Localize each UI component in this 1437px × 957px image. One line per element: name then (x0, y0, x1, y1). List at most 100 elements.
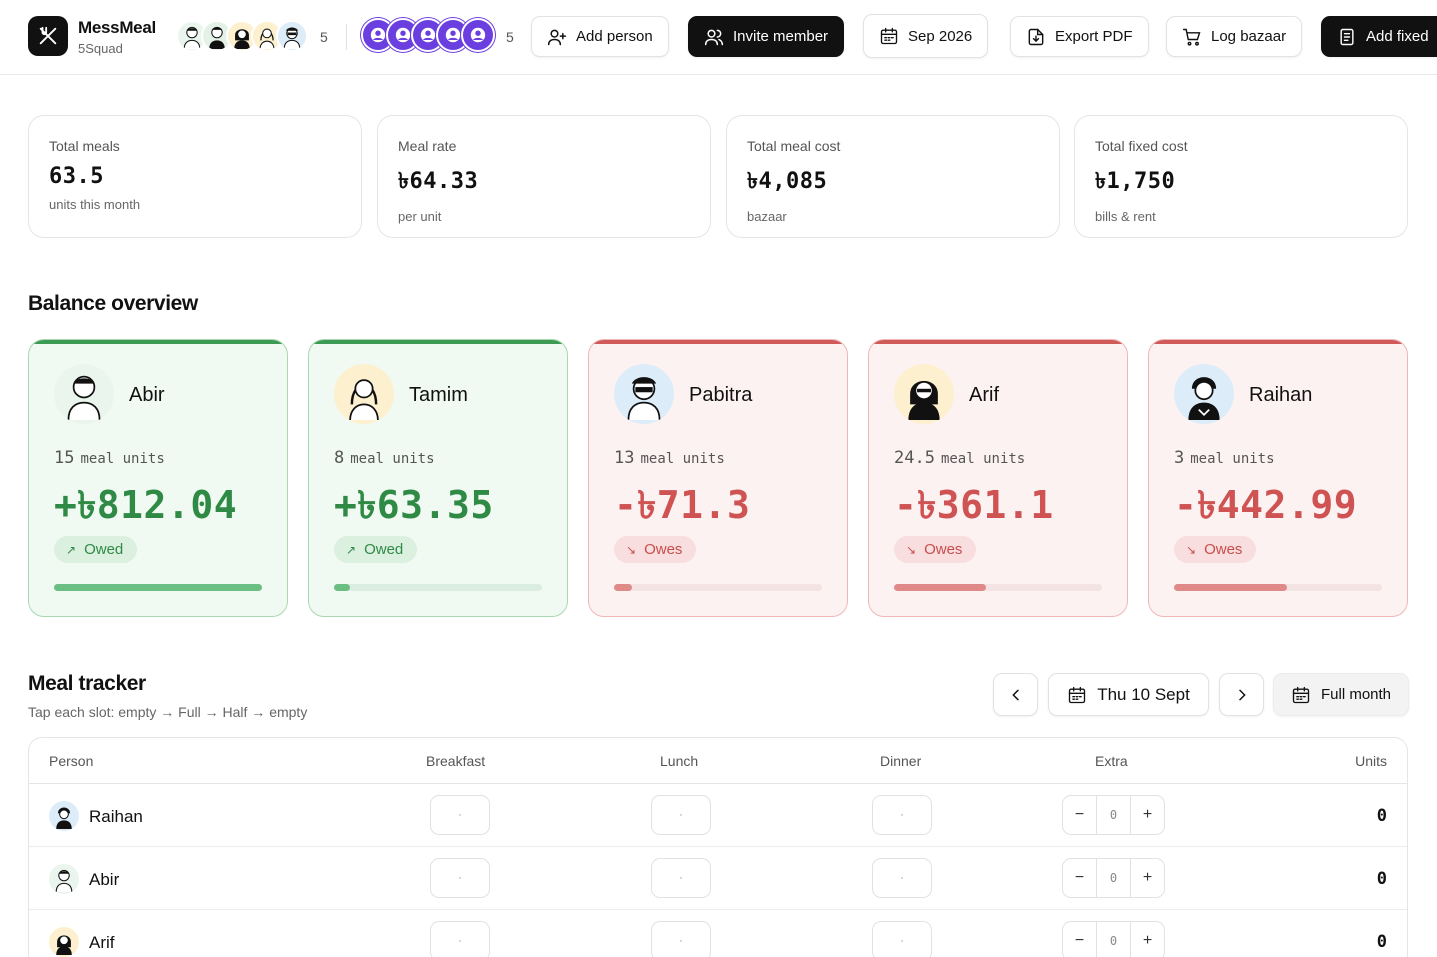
decrement-button[interactable]: − (1063, 796, 1096, 834)
status-badge: ↘ Owes (1174, 536, 1257, 563)
extra-stepper: − 0 + (1062, 921, 1165, 957)
prev-day-button[interactable] (993, 673, 1038, 716)
person-name: Raihan (89, 807, 143, 826)
dinner-slot[interactable]: · (872, 858, 932, 898)
balance-bar-track (894, 584, 1102, 591)
balance-overview-title: Balance overview (28, 292, 198, 315)
balance-card-pabitra[interactable]: Pabitra 13 meal units -৳71.3 ↘ Owes (588, 339, 848, 617)
status-label: Owed (364, 541, 404, 558)
lunch-slot[interactable]: · (651, 858, 711, 898)
units-count: 13 (614, 448, 635, 468)
member-name: Raihan (1249, 384, 1313, 406)
stat-sub: units this month (49, 197, 141, 212)
decrement-button[interactable]: − (1063, 922, 1096, 957)
status-badge: ↘ Owes (614, 536, 697, 563)
increment-button[interactable]: + (1131, 859, 1164, 897)
increment-button[interactable]: + (1131, 796, 1164, 834)
balance-amount: -৳442.99 (1174, 483, 1358, 527)
app-logo[interactable] (28, 16, 68, 56)
add-person-button[interactable]: Add person (531, 16, 669, 57)
breakfast-slot[interactable]: · (430, 858, 490, 898)
balance-bar-track (334, 584, 542, 591)
invite-member-button[interactable]: Invite member (688, 16, 845, 57)
status-badge: ↗ Owed (334, 536, 418, 563)
member-name: Tamim (409, 384, 468, 406)
lunch-slot[interactable]: · (651, 921, 711, 957)
member-avatars[interactable] (176, 20, 308, 52)
person-name: Arif (89, 933, 115, 952)
balance-card-tamim[interactable]: Tamim 8 meal units +৳63.35 ↗ Owed (308, 339, 568, 617)
avatar (334, 364, 394, 424)
member-name: Arif (969, 384, 999, 406)
stat-sub: bills & rent (1095, 209, 1156, 224)
full-month-label: Full month (1320, 686, 1392, 703)
avatar (54, 364, 114, 424)
date-picker-button[interactable]: Thu 10 Sept (1048, 673, 1209, 716)
column-header: Person (49, 753, 94, 769)
increment-button[interactable]: + (1131, 922, 1164, 957)
units-value: 0 (1376, 869, 1387, 889)
dinner-slot[interactable]: · (872, 795, 932, 835)
meal-tracker-hint: Tap each slot: empty → Full → Half → emp… (28, 704, 308, 720)
month-picker-button[interactable]: Sep 2026 (863, 14, 989, 58)
balance-card-abir[interactable]: Abir 15 meal units +৳812.04 ↗ Owed (28, 339, 288, 617)
invite-count: 5 (506, 29, 514, 45)
table-row: Abir · · · − 0 + 0 (29, 847, 1407, 910)
units-count: 24.5 (894, 448, 935, 468)
card-accent-bar (589, 340, 847, 344)
units-label: meal units (940, 451, 1026, 467)
extra-stepper: − 0 + (1062, 858, 1165, 898)
balance-bar-fill (54, 584, 262, 591)
file-download-icon (1028, 28, 1044, 45)
breakfast-slot[interactable]: · (430, 921, 490, 957)
breakfast-slot[interactable]: · (430, 795, 490, 835)
member-name: Abir (129, 384, 165, 406)
export-pdf-button[interactable]: Export PDF (1010, 16, 1149, 57)
status-badge: ↗ Owed (54, 536, 138, 563)
next-day-button[interactable] (1219, 673, 1264, 716)
balance-amount: +৳63.35 (334, 483, 494, 527)
card-accent-bar (29, 340, 287, 344)
balance-card-raihan[interactable]: Raihan 3 meal units -৳442.99 ↘ Owes (1148, 339, 1408, 617)
balance-amount: +৳812.04 (54, 483, 238, 527)
utensils-icon (39, 26, 57, 45)
column-header: Breakfast (426, 753, 486, 769)
stat-label: Total meal cost (747, 138, 841, 154)
member-name: Pabitra (689, 384, 753, 406)
dinner-slot[interactable]: · (872, 921, 932, 957)
decrement-button[interactable]: − (1063, 859, 1096, 897)
balance-bar-track (614, 584, 822, 591)
invited-avatars[interactable] (361, 18, 495, 52)
units-count: 15 (54, 448, 75, 468)
column-header: Units (1355, 753, 1387, 769)
avatar (49, 927, 79, 957)
app-name: MessMeal (78, 18, 156, 37)
add-fixed-button[interactable]: Add fixed (1321, 16, 1437, 57)
status-label: Owes (1204, 541, 1243, 558)
balance-bar-fill (334, 584, 351, 591)
column-header: Dinner (880, 753, 922, 769)
users-icon (704, 29, 724, 45)
chevron-left-icon (1011, 689, 1019, 700)
calendar-icon (1069, 686, 1086, 703)
units-value: 0 (1376, 932, 1387, 952)
balance-amount: -৳361.1 (894, 483, 1054, 527)
avatar (894, 364, 954, 424)
log-bazaar-button[interactable]: Log bazaar (1166, 16, 1303, 57)
avatar (49, 801, 79, 831)
extra-value: 0 (1096, 796, 1131, 834)
card-accent-bar (309, 340, 567, 344)
month-label: Sep 2026 (908, 27, 973, 45)
balance-card-arif[interactable]: Arif 24.5 meal units -৳361.1 ↘ Owes (868, 339, 1128, 617)
meal-tracker-title: Meal tracker (28, 672, 146, 695)
arrow-down-right-icon: ↘ (626, 542, 637, 557)
lunch-slot[interactable]: · (651, 795, 711, 835)
export-pdf-label: Export PDF (1055, 28, 1133, 45)
extra-value: 0 (1096, 922, 1131, 957)
full-month-button[interactable]: Full month (1273, 673, 1409, 716)
stat-sub: bazaar (747, 209, 787, 224)
column-header: Lunch (660, 753, 699, 769)
balance-bar-track (1174, 584, 1382, 591)
status-label: Owes (924, 541, 963, 558)
calendar-icon (1292, 686, 1310, 703)
